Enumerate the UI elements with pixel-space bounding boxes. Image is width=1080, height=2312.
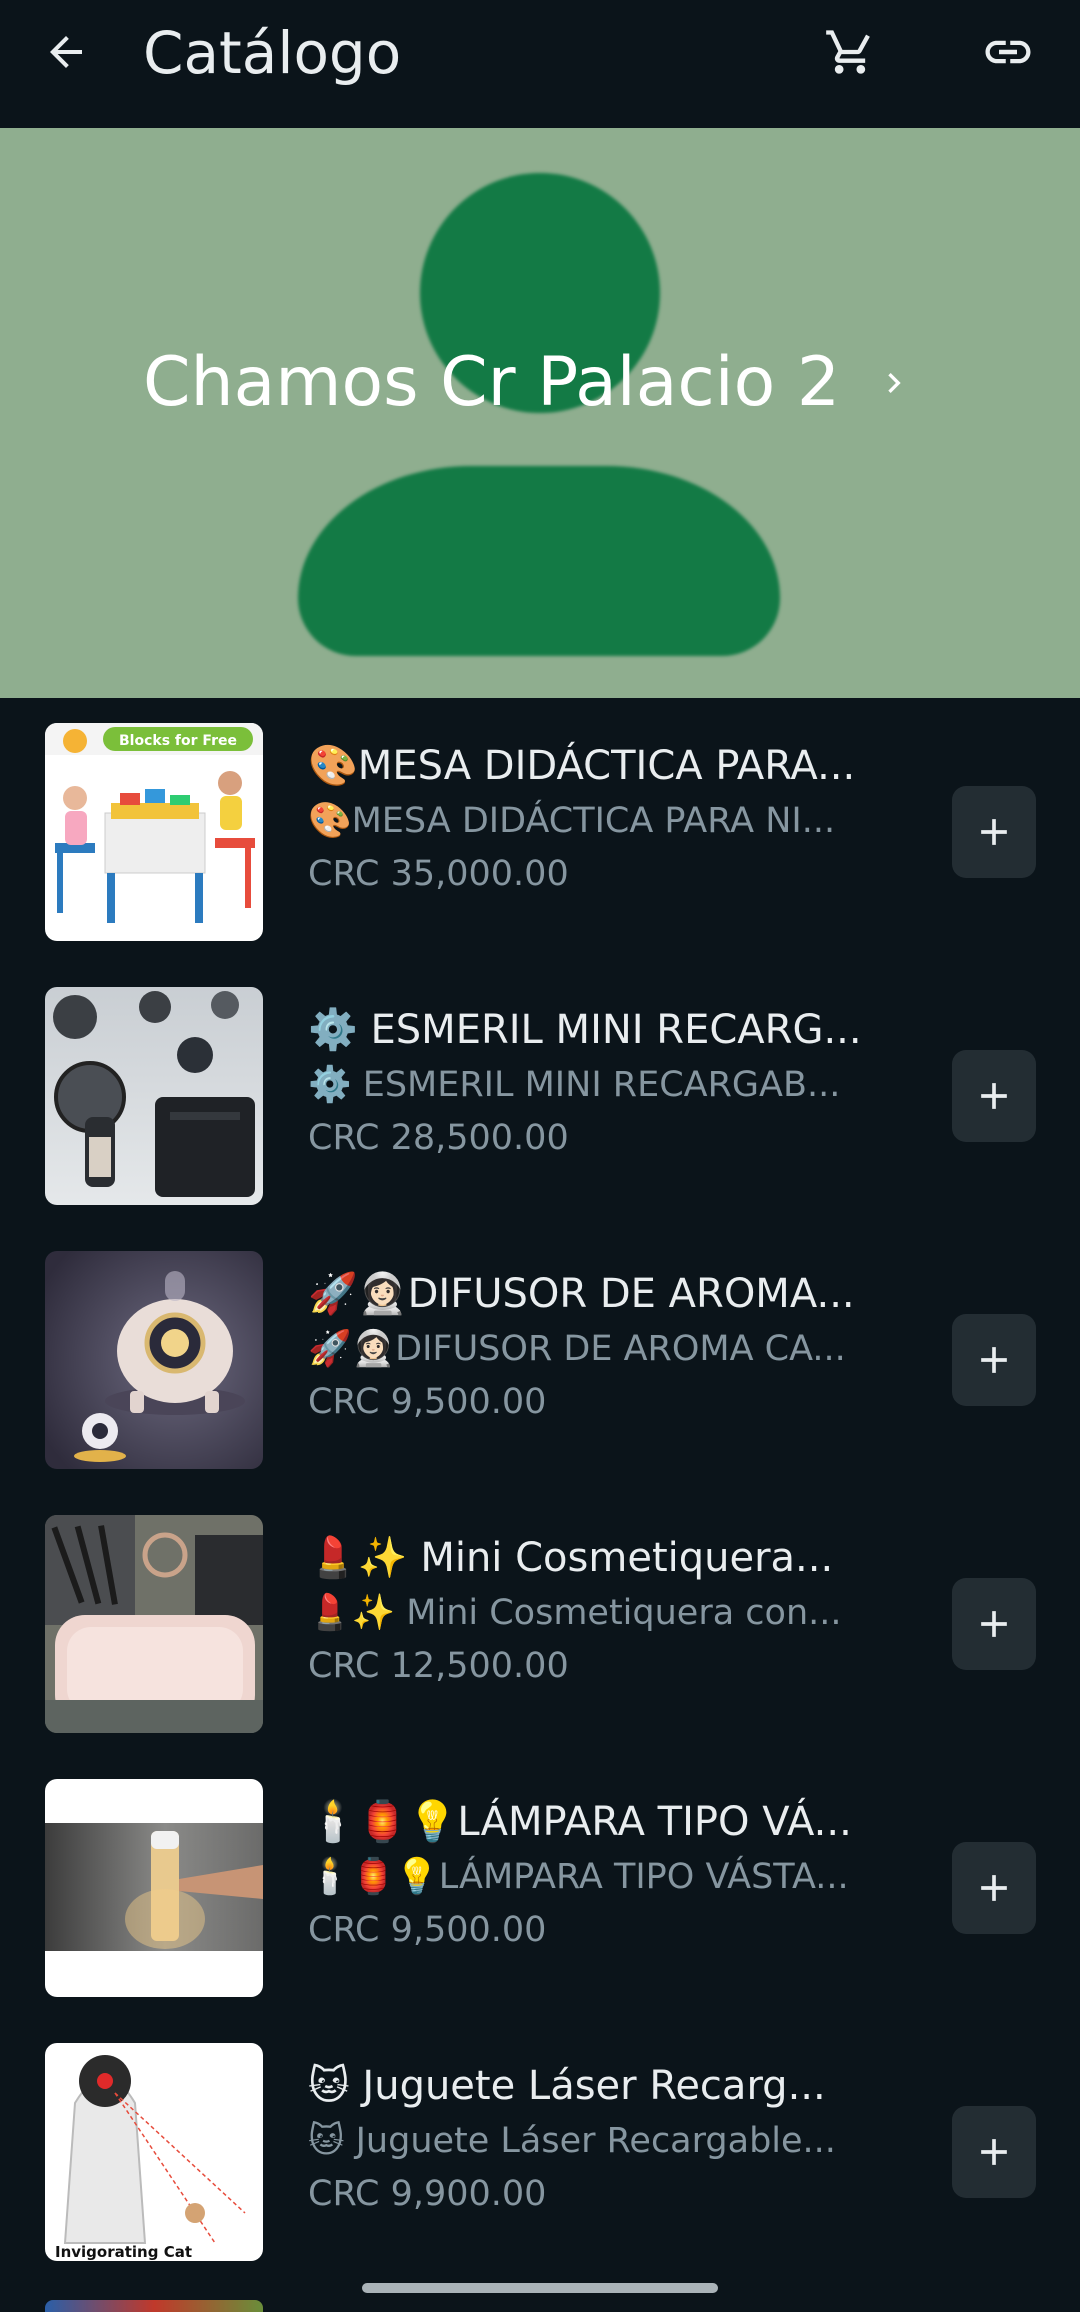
thumb-label: Invigorating Cat [55, 2243, 192, 2261]
store-name: Chamos Cr Palacio 2 [143, 343, 841, 422]
add-to-cart-button[interactable] [952, 1050, 1036, 1142]
product-info: ⚙️ ESMERIL MINI RECARG... ⚙️ ESMERIL MIN… [308, 1002, 888, 1164]
product-image [45, 1251, 263, 1469]
product-info: 🕯️🏮💡LÁMPARA TIPO VÁ... 🕯️🏮💡LÁMPARA TIPO … [308, 1794, 888, 1956]
product-price: CRC 12,500.00 [308, 1646, 569, 1686]
product-name: 🎨MESA DIDÁCTICA PARA... [308, 743, 856, 789]
product-price: CRC 9,500.00 [308, 1382, 547, 1422]
product-name: ⚙️ ESMERIL MINI RECARG... [308, 1007, 862, 1053]
product-info: 🎨MESA DIDÁCTICA PARA... 🎨MESA DIDÁCTICA … [308, 738, 888, 900]
add-to-cart-button[interactable] [952, 1578, 1036, 1670]
product-description: 🕯️🏮💡LÁMPARA TIPO VÁSTA... [308, 1857, 849, 1897]
product-description: 🎨MESA DIDÁCTICA PARA NI... [308, 801, 836, 841]
next-product-image-peek [45, 2300, 263, 2312]
add-to-cart-button[interactable] [952, 1314, 1036, 1406]
thumb-label: Blocks for Free [119, 733, 237, 749]
product-price: CRC 28,500.00 [308, 1118, 569, 1158]
product-price: CRC 35,000.00 [308, 854, 569, 894]
product-info: 🚀👩🏻‍🚀DIFUSOR DE AROMA... 🚀👩🏻‍🚀DIFUSOR DE… [308, 1266, 888, 1428]
product-description: 💄✨ Mini Cosmetiquera con... [308, 1593, 842, 1633]
share-link-button[interactable] [976, 20, 1040, 84]
product-price: CRC 9,500.00 [308, 1910, 547, 1950]
avatar-body-shape [298, 466, 780, 656]
product-image: Blocks for Free [45, 723, 263, 941]
product-name: 🕯️🏮💡LÁMPARA TIPO VÁ... [308, 1799, 852, 1845]
list-item[interactable]: Invigorating Cat 🐱 Juguete Láser Recarg.… [0, 2018, 1080, 2282]
product-list: Blocks for Free 🎨MESA DIDÁCTICA PARA... … [0, 698, 1080, 2282]
product-info: 🐱 Juguete Láser Recarg... 🐱 Juguete Láse… [308, 2058, 888, 2220]
plus-icon [981, 819, 1007, 845]
product-description: ⚙️ ESMERIL MINI RECARGAB... [308, 1065, 841, 1105]
product-image [45, 987, 263, 1205]
plus-icon [981, 1083, 1007, 1109]
list-item[interactable]: 🚀👩🏻‍🚀DIFUSOR DE AROMA... 🚀👩🏻‍🚀DIFUSOR DE… [0, 1226, 1080, 1490]
add-to-cart-button[interactable] [952, 1842, 1036, 1934]
product-info: 💄✨ Mini Cosmetiquera... 💄✨ Mini Cosmetiq… [308, 1530, 888, 1692]
cart-button[interactable] [818, 20, 882, 84]
add-to-cart-button[interactable] [952, 2106, 1036, 2198]
list-item[interactable]: ⚙️ ESMERIL MINI RECARG... ⚙️ ESMERIL MIN… [0, 962, 1080, 1226]
store-banner[interactable]: Chamos Cr Palacio 2 [0, 128, 1080, 698]
link-icon [985, 40, 1031, 64]
plus-icon [981, 1875, 1007, 1901]
product-name: 💄✨ Mini Cosmetiquera... [308, 1535, 834, 1581]
product-image: Invigorating Cat [45, 2043, 263, 2261]
product-price: CRC 9,900.00 [308, 2174, 547, 2214]
back-button[interactable] [36, 22, 96, 82]
product-description: 🚀👩🏻‍🚀DIFUSOR DE AROMA CA... [308, 1329, 846, 1369]
list-item[interactable]: Blocks for Free 🎨MESA DIDÁCTICA PARA... … [0, 698, 1080, 962]
product-description: 🐱 Juguete Láser Recargable... [308, 2121, 836, 2161]
plus-icon [981, 2139, 1007, 2165]
list-item[interactable]: 🕯️🏮💡LÁMPARA TIPO VÁ... 🕯️🏮💡LÁMPARA TIPO … [0, 1754, 1080, 2018]
store-name-link[interactable]: Chamos Cr Palacio 2 [143, 338, 914, 428]
product-name: 🐱 Juguete Láser Recarg... [308, 2063, 826, 2109]
arrow-left-icon [50, 36, 82, 68]
product-image [45, 1515, 263, 1733]
app-bar: Catálogo [0, 0, 1080, 128]
page-title: Catálogo [143, 19, 402, 87]
product-name: 🚀👩🏻‍🚀DIFUSOR DE AROMA... [308, 1271, 855, 1317]
gesture-home-bar[interactable] [362, 2283, 718, 2293]
plus-icon [981, 1347, 1007, 1373]
product-image [45, 1779, 263, 1997]
add-to-cart-button[interactable] [952, 786, 1036, 878]
list-item[interactable]: 💄✨ Mini Cosmetiquera... 💄✨ Mini Cosmetiq… [0, 1490, 1080, 1754]
cart-icon [826, 30, 870, 74]
plus-icon [981, 1611, 1007, 1637]
chevron-right-icon [874, 363, 914, 403]
